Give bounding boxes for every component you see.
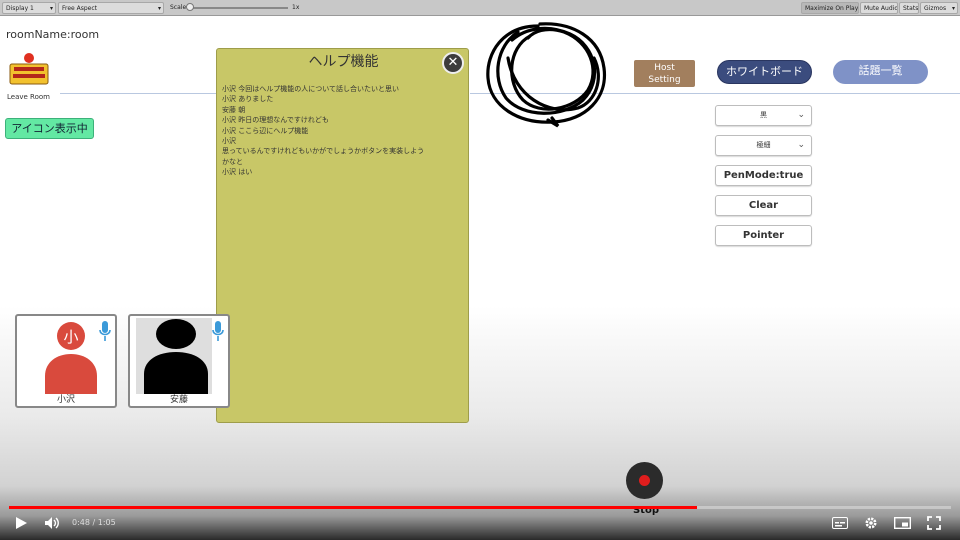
play-icon[interactable]: [14, 516, 28, 530]
transcript-line: 小沢 ありました: [222, 95, 274, 104]
transcript-line: かなと: [222, 157, 243, 166]
aspect-label: Free Aspect: [62, 5, 98, 12]
app-logo-icon[interactable]: [8, 52, 50, 86]
fullscreen-icon[interactable]: [927, 516, 941, 530]
avatar-icon: [144, 319, 208, 394]
transcript-line: 小沢: [222, 137, 236, 146]
avatar-initial: 小: [63, 328, 78, 346]
maximize-on-play-toggle[interactable]: Maximize On Play: [801, 2, 859, 14]
clear-button[interactable]: Clear: [715, 195, 812, 216]
participant-name: 小沢: [56, 395, 75, 405]
scale-value: 1x: [292, 4, 300, 11]
aspect-dropdown[interactable]: Free Aspect: [58, 2, 164, 14]
pointer-button[interactable]: Pointer: [715, 225, 812, 246]
maximize-label: Maximize On Play: [805, 5, 859, 12]
help-title: ヘルプ機能: [308, 54, 379, 70]
transcript-line: 小沢 今回はヘルプ機能の人について話し合いたいと思い: [222, 85, 400, 93]
header-divider-left: [60, 93, 218, 94]
whiteboard-button[interactable]: ホワイトボード: [717, 60, 812, 84]
host-setting-button[interactable]: Host Setting: [634, 60, 695, 87]
mute-label: Mute Audio: [864, 5, 898, 12]
microphone-icon[interactable]: [211, 320, 225, 342]
transcript-line: 安藤 朝: [222, 105, 246, 114]
participant-tile[interactable]: 小 小沢: [15, 314, 117, 408]
pen-width-value: 極細: [756, 141, 771, 149]
display-label: Display 1: [6, 5, 34, 12]
transcript-line: 小沢 ここら辺にヘルプ機能: [222, 126, 309, 135]
subtitles-icon[interactable]: [832, 517, 848, 529]
chevron-down-icon: ⌄: [797, 140, 805, 150]
scale-slider-knob[interactable]: [186, 3, 194, 11]
microphone-icon[interactable]: [98, 320, 112, 342]
scale-label: Scale: [170, 4, 187, 11]
pen-color-value: 黒: [760, 111, 767, 119]
video-progress-fill[interactable]: [9, 506, 697, 509]
transcript-line: 小沢 はい: [222, 168, 253, 177]
leave-room-button[interactable]: Leave Room: [7, 93, 50, 101]
miniplayer-icon[interactable]: [894, 517, 911, 529]
help-close-icon[interactable]: ✕: [442, 52, 464, 74]
transcript-line: 思っているんですけれどもいかがでしょうかボタンを実装しよう: [222, 147, 425, 156]
pen-color-dropdown[interactable]: 黒 ⌄: [715, 105, 812, 126]
help-transcript: 小沢 今回はヘルプ機能の人について話し合いたいと思い 小沢 ありました 安藤 朝…: [222, 84, 462, 178]
gizmos-label: Gizmos: [924, 5, 947, 12]
video-time: 0:48 / 1:05: [72, 518, 116, 527]
participant-name: 安藤: [169, 395, 188, 405]
chevron-down-icon: ⌄: [797, 110, 805, 120]
game-view: roomName:room Leave Room アイコン表示中 ヘルプ機能 小…: [0, 16, 960, 540]
record-stop-button[interactable]: [626, 462, 663, 499]
room-name: roomName:room: [6, 28, 100, 41]
volume-icon[interactable]: [44, 516, 60, 530]
participant-tile[interactable]: 安藤: [128, 314, 230, 408]
pen-width-dropdown[interactable]: 極細 ⌄: [715, 135, 812, 156]
icon-display-toggle[interactable]: アイコン表示中: [5, 118, 94, 139]
penmode-button[interactable]: PenMode:true: [715, 165, 812, 186]
mute-audio-toggle[interactable]: Mute Audio: [860, 2, 898, 14]
whiteboard-drawing[interactable]: [478, 18, 612, 130]
topic-list-button[interactable]: 話題一覧: [833, 60, 928, 84]
transcript-line: 小沢 昨日の理想なんですけれども: [222, 116, 329, 125]
unity-game-toolbar: Display 1 Free Aspect Scale 1x Maximize …: [0, 0, 960, 16]
scale-slider-track[interactable]: [188, 7, 288, 9]
stats-label: Stats: [903, 5, 919, 12]
stats-toggle[interactable]: Stats: [899, 2, 919, 14]
display-dropdown[interactable]: Display 1: [2, 2, 56, 14]
settings-gear-icon[interactable]: [864, 516, 878, 530]
gizmos-dropdown[interactable]: Gizmos: [920, 2, 958, 14]
help-panel: ヘルプ機能 小沢 今回はヘルプ機能の人について話し合いたいと思い 小沢 ありまし…: [216, 48, 469, 423]
avatar-icon: 小: [45, 322, 97, 394]
